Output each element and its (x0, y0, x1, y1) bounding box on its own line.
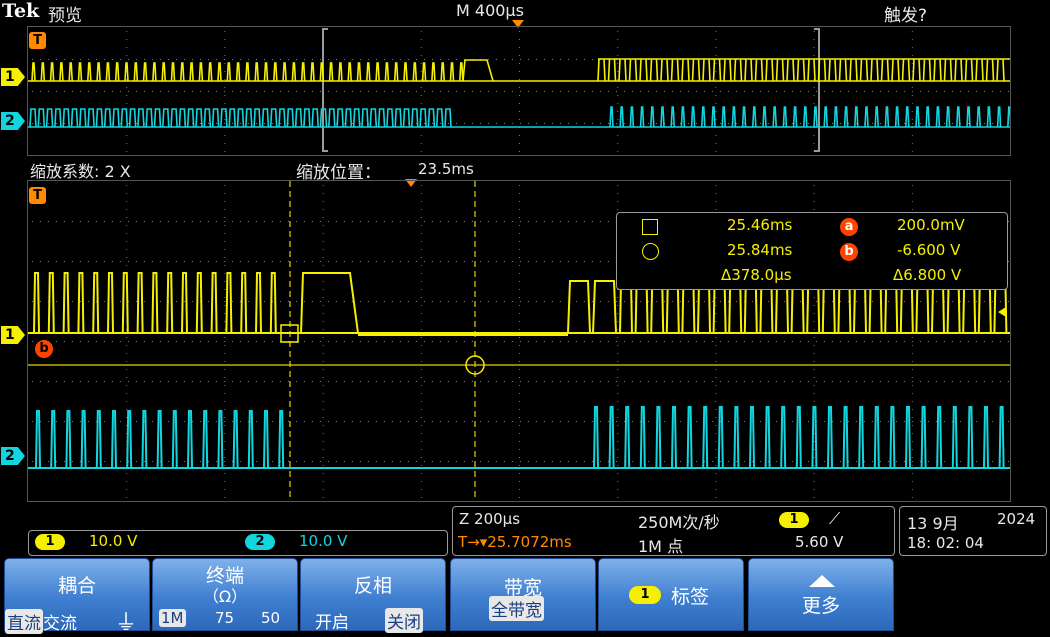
invert-button[interactable]: 反相 开启 关闭 (300, 558, 446, 633)
record-length: 1M 点 (638, 537, 684, 556)
label-ch1-badge: 1 (629, 586, 661, 604)
trigger-position: T→▾25.7072ms (458, 533, 572, 551)
ground-icon[interactable]: ⏚ (115, 605, 137, 637)
termination-75-option[interactable]: 75 (215, 609, 234, 627)
bandwidth-button[interactable]: 带宽 全带宽 (450, 558, 596, 631)
chevron-up-icon (809, 575, 835, 587)
square-cursor-icon (642, 219, 658, 235)
cursor-a-time: 25.46ms (727, 216, 793, 234)
overview-window (27, 26, 1011, 156)
cursor-b-voltage: -6.600 V (897, 241, 961, 259)
circle-cursor-icon (642, 243, 659, 260)
overview-ch2-trace (28, 106, 1010, 128)
more-title: 更多 (801, 595, 840, 617)
ch1-badge[interactable]: 1 (35, 534, 65, 550)
brand-logo: Tek (2, 0, 40, 22)
main-ch2-marker[interactable]: 2 (1, 447, 25, 465)
zoom-position-value: 23.5ms (418, 160, 474, 178)
invert-title: 反相 (353, 575, 392, 597)
overview-ch2-marker[interactable]: 2 (1, 112, 25, 130)
main-waveform-window: 25.46ms a 200.0mV 25.84ms b -6.600 V Δ37… (27, 180, 1011, 502)
clock: 18: 02: 04 (907, 534, 984, 552)
cursor-delta-voltage: Δ6.800 V (893, 266, 962, 284)
trigger-level-arrow-icon (998, 307, 1006, 317)
date: 13 9月 (907, 514, 959, 533)
coupling-ac-option[interactable]: 交流 (43, 609, 77, 634)
label-button[interactable]: 1 标签 (598, 558, 744, 631)
sample-rate: 250M次/秒 (638, 513, 720, 532)
trigger-source-badge: 1 (779, 512, 809, 528)
zoom-factor: 缩放系数: 2 X (30, 162, 131, 181)
cursor-a-voltage: 200.0mV (897, 216, 965, 234)
termination-1m-option[interactable]: 1M (159, 609, 186, 627)
cursor-a-label: a (840, 218, 858, 236)
cursor-b-time: 25.84ms (727, 241, 793, 259)
trigger-slope-icon: ⟋ (829, 509, 841, 528)
datetime-panel: 13 9月 2024 18: 02: 04 (899, 506, 1047, 556)
oscilloscope-screen: Tek 预览 M 400µs 触发? T 1 2 缩放系数: 2 X 缩放位置：… (0, 0, 1050, 636)
ch2-scale[interactable]: 10.0 V (299, 532, 347, 550)
coupling-title: 耦合 (57, 575, 96, 597)
zoom-scale: Z 200µs (459, 510, 521, 528)
overview-trigger-marker[interactable]: T (29, 32, 46, 49)
main-ch1-marker[interactable]: 1 (1, 326, 25, 344)
main-ch2-trace (28, 406, 1010, 469)
ch2-badge[interactable]: 2 (245, 534, 275, 550)
termination-button[interactable]: 终端 （Ω） 1M 75 50 (152, 558, 298, 631)
coupling-dc-option[interactable]: 直流 (5, 609, 43, 634)
cursor-delta-time: Δ378.0µs (721, 266, 792, 284)
channel-scale-panel: 1 10.0 V 2 10.0 V (28, 530, 448, 556)
label-title: 标签 (671, 586, 710, 608)
trigger-level: 5.60 V (795, 533, 844, 551)
acquisition-panel: Z 200µs 250M次/秒 1 ⟋ T→▾25.7072ms 1M 点 5.… (452, 506, 895, 556)
zoom-bracket-left (322, 28, 328, 152)
acquisition-mode: 预览 (48, 6, 82, 26)
bandwidth-value[interactable]: 全带宽 (489, 596, 544, 621)
main-trigger-marker[interactable]: T (29, 187, 46, 204)
invert-off-option[interactable]: 关闭 (385, 608, 423, 633)
termination-unit: （Ω） (202, 587, 248, 606)
coupling-button[interactable]: 耦合 直流 交流 ⏚ (4, 558, 150, 636)
cursor-b-label: b (840, 243, 858, 261)
overview-graticule (28, 28, 1010, 152)
trigger-status: 触发? (884, 6, 928, 26)
invert-on-option[interactable]: 开启 (315, 608, 349, 633)
ch1-scale[interactable]: 10.0 V (89, 532, 137, 550)
overview-ch1-marker[interactable]: 1 (1, 68, 25, 86)
cursor-b-level-marker: b (35, 340, 53, 358)
timebase-label: M 400µs (456, 1, 524, 20)
year: 2024 (997, 510, 1036, 528)
termination-50-option[interactable]: 50 (261, 609, 280, 627)
overview-ch1-trace (28, 58, 1010, 82)
more-button[interactable]: 更多 (748, 558, 894, 631)
cursor-readout-panel: 25.46ms a 200.0mV 25.84ms b -6.600 V Δ37… (616, 212, 1008, 290)
zoom-bracket-right (814, 28, 820, 152)
